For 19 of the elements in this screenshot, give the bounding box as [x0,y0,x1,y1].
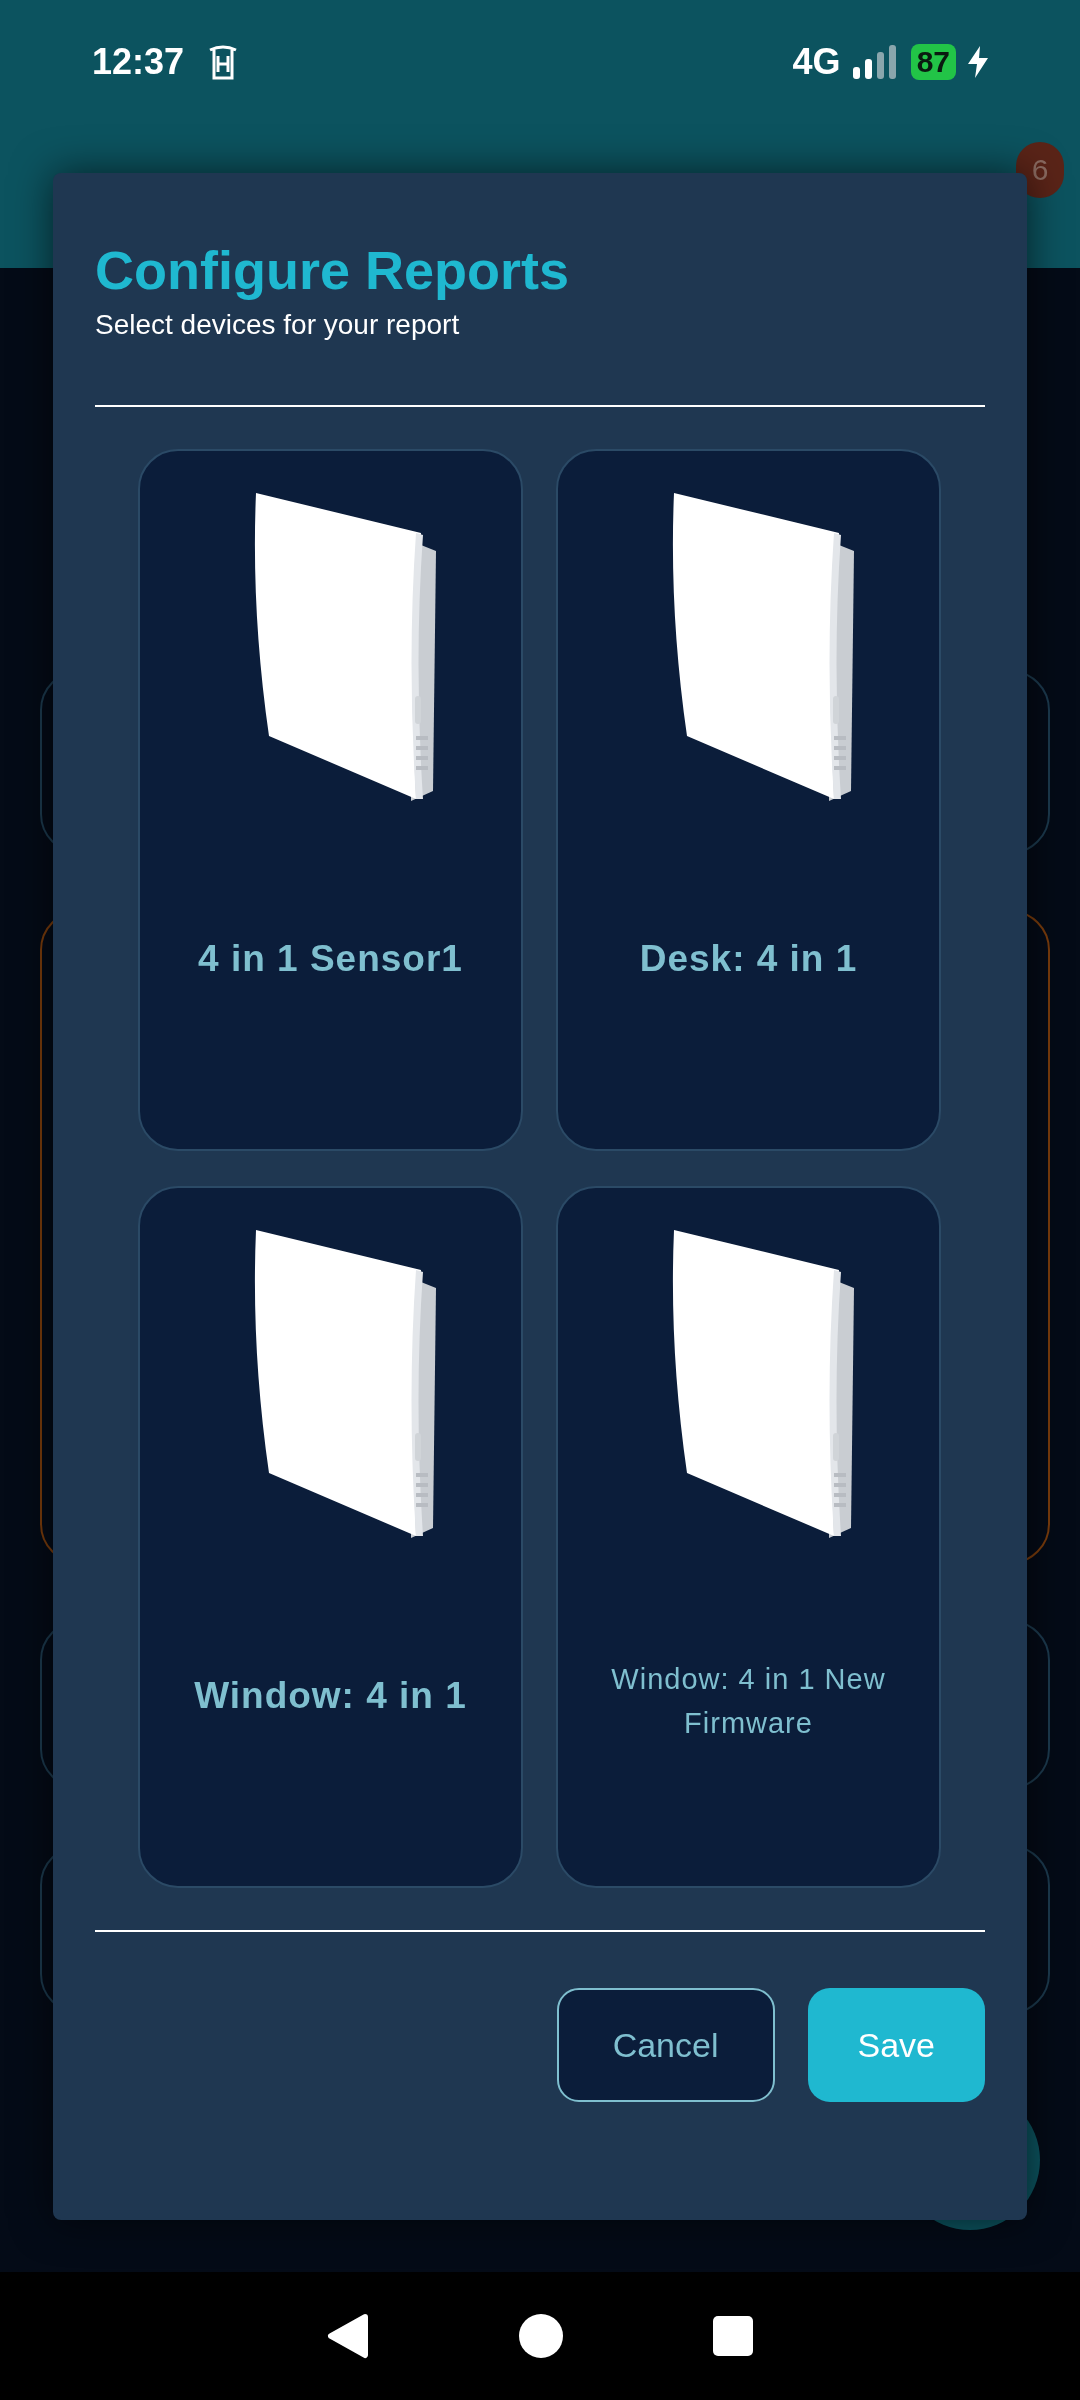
device-card[interactable]: Window: 4 in 1 New Firmware [556,1186,941,1888]
dialog-subtitle: Select devices for your report [95,309,461,341]
status-time: 12:37 [92,41,185,83]
notification-badge: 6 [1016,142,1064,198]
device-label: Window: 4 in 1 New Firmware [610,1662,887,1741]
device-card[interactable]: Window: 4 in 1 [138,1186,523,1888]
back-icon[interactable] [327,2313,369,2359]
battery-level: 87 [910,44,956,80]
home-icon[interactable] [519,2314,563,2358]
device-card[interactable]: 4 in 1 Sensor1 [138,449,523,1151]
dialog-title: Configure Reports [95,239,570,301]
device-card[interactable]: Desk: 4 in 1 [556,449,941,1151]
charging-icon [968,46,988,78]
cancel-button[interactable]: Cancel [556,1988,775,2102]
signal-icon [852,45,899,79]
device-label: 4 in 1 Sensor1 [197,937,464,981]
network-type: 4G [792,41,841,83]
device-label: Desk: 4 in 1 [638,937,859,981]
device-label: Window: 4 in 1 [193,1674,468,1718]
